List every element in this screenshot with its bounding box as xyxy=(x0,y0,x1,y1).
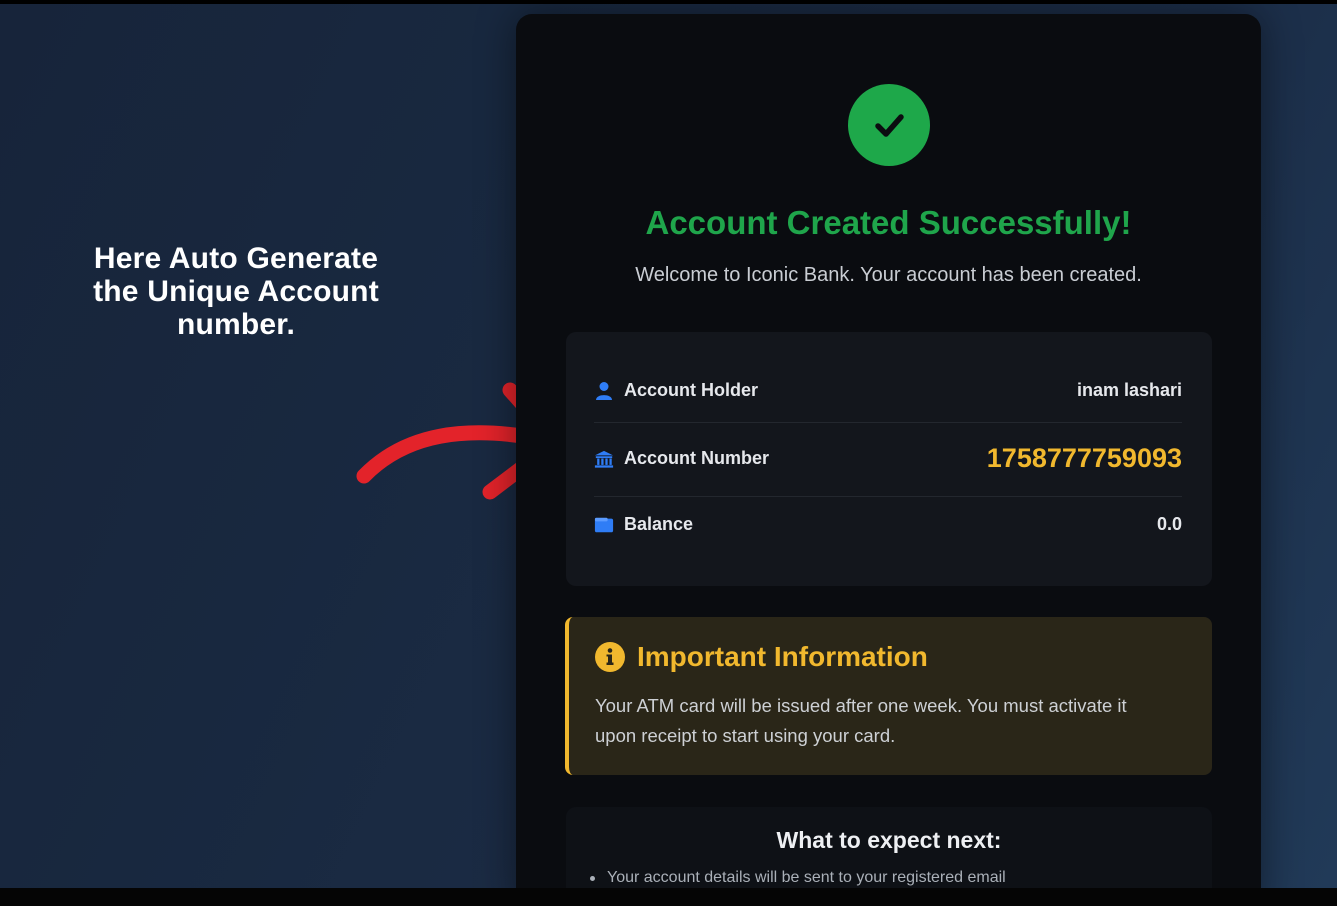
wallet-icon xyxy=(594,515,614,535)
welcome-subtitle: Welcome to Iconic Bank. Your account has… xyxy=(635,264,1142,286)
detail-label: Balance xyxy=(624,514,694,534)
info-title: Important Information xyxy=(637,641,928,672)
divider xyxy=(594,422,1182,423)
account-details-panel: Account Holder inam lashari Account Numb… xyxy=(566,332,1212,586)
next-step-text: Your account details will be sent to you… xyxy=(607,869,1006,886)
page-title: Account Created Successfully! xyxy=(645,204,1132,241)
detail-row-account-number: Account Number 1758777759093 xyxy=(594,443,1182,474)
balance-value: 0.0 xyxy=(1156,514,1182,534)
detail-row-balance: Balance 0.0 xyxy=(594,514,1182,535)
detail-label: Account Number xyxy=(624,448,770,468)
next-steps-title: What to expect next: xyxy=(776,827,1002,853)
list-item: Your account details will be sent to you… xyxy=(590,869,1006,887)
bottom-letterbox xyxy=(0,888,1337,906)
important-info-box: Important Information Your ATM card will… xyxy=(565,617,1212,775)
caption-line: Here Auto Generate xyxy=(93,242,379,275)
next-steps-panel: What to expect next: Your account detail… xyxy=(566,807,1212,888)
detail-label: Account Holder xyxy=(624,380,759,400)
caption-line: the Unique Account xyxy=(93,275,379,308)
detail-row-account-holder: Account Holder inam lashari xyxy=(594,380,1182,401)
divider xyxy=(594,496,1182,497)
user-icon xyxy=(594,381,614,401)
bullet-icon xyxy=(590,875,595,881)
info-line: Your ATM card will be issued after one w… xyxy=(595,695,1127,716)
info-line: upon receipt to start using your card. xyxy=(595,725,896,746)
annotation-caption: Here Auto Generate the Unique Account nu… xyxy=(66,242,406,341)
bank-icon xyxy=(594,449,614,469)
info-icon xyxy=(595,642,625,672)
account-created-card: Account Created Successfully! Welcome to… xyxy=(516,14,1261,888)
success-check-icon xyxy=(848,84,930,166)
info-message: Your ATM card will be issued after one w… xyxy=(595,691,1185,751)
account-holder-value: inam lashari xyxy=(1076,380,1182,400)
account-number-value: 1758777759093 xyxy=(986,443,1182,473)
caption-line: number. xyxy=(176,308,296,341)
video-frame: Here Auto Generate the Unique Account nu… xyxy=(0,4,1337,888)
